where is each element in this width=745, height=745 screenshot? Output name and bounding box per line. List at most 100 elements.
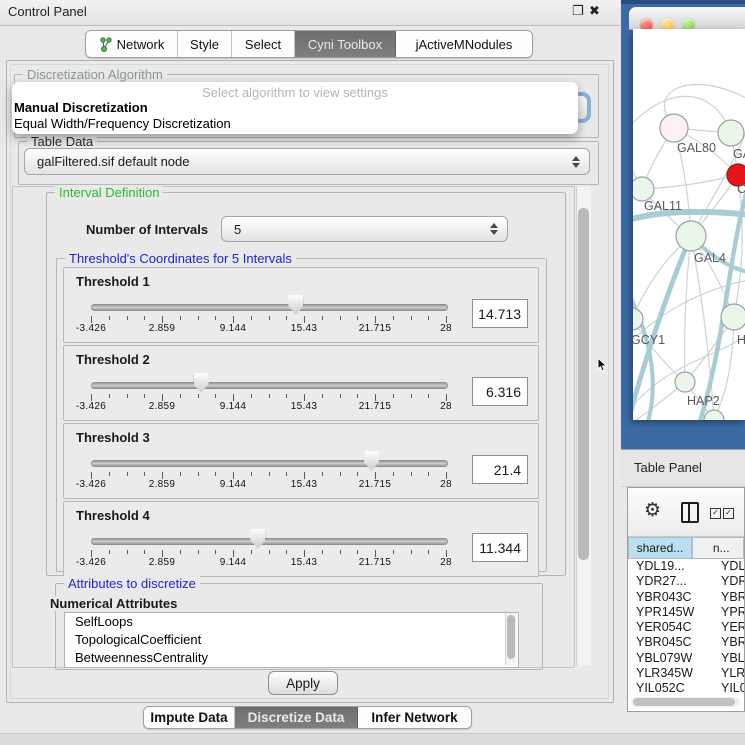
slider-tick	[357, 472, 358, 476]
top-tab-bar: NetworkStyleSelectCyni ToolboxjActiveMNo…	[85, 30, 533, 58]
slider-track[interactable]	[91, 304, 448, 311]
numerical-attributes-list[interactable]: SelfLoopsTopologicalCoefficientBetweenne…	[64, 612, 519, 668]
cell-name[interactable]: YER054C	[716, 620, 744, 635]
slider-track[interactable]	[91, 460, 448, 467]
cell-name[interactable]: YBL079W	[716, 651, 744, 666]
column-visibility-icon[interactable]	[681, 502, 699, 523]
cell-shared-name[interactable]: YBL079W	[628, 651, 716, 666]
tab-cyni-toolbox[interactable]: Cyni Toolbox	[295, 31, 396, 57]
tab-select[interactable]: Select	[232, 31, 295, 57]
threshold-value-field[interactable]: 6.316	[472, 377, 528, 406]
algorithm-option-equal-width[interactable]: Equal Width/Frequency Discretization	[12, 116, 578, 132]
slider-thumb[interactable]	[250, 529, 265, 549]
cell-name[interactable]: YDL19...	[716, 559, 744, 574]
number-of-intervals-combobox[interactable]: 5	[221, 216, 508, 242]
column-header-name[interactable]: n...	[692, 537, 744, 559]
cell-name[interactable]: YBR043C	[716, 590, 744, 605]
attribute-list-item[interactable]: BetweennessCentrality	[65, 649, 518, 667]
network-node-h[interactable]	[721, 304, 745, 330]
slider-tick	[215, 394, 216, 398]
table-horizontal-scrollbar[interactable]	[631, 697, 740, 707]
table-data-combobox[interactable]: galFiltered.sif default node	[24, 148, 590, 175]
cell-name[interactable]: YLR345W	[716, 666, 744, 681]
scrollbar-thumb[interactable]	[578, 208, 589, 560]
slider-tick-label: -3.426	[76, 479, 106, 490]
threshold-label: Threshold 3	[76, 430, 150, 445]
cell-shared-name[interactable]: YLR345W	[628, 666, 716, 681]
network-graph: GAL80GALCGAL11GAL4GCY1HHAP2	[633, 29, 745, 420]
tab-style[interactable]: Style	[178, 31, 232, 57]
attribute-list-item[interactable]: TopologicalCoefficient	[65, 631, 518, 649]
cell-shared-name[interactable]: YIL052C	[628, 681, 716, 696]
gear-icon[interactable]: ⚙	[644, 499, 661, 522]
threshold-value-field[interactable]: 21.4	[472, 455, 528, 484]
tab-impute-data[interactable]: Impute Data	[144, 707, 235, 728]
slider-tick-label: -3.426	[76, 323, 106, 334]
threshold-panel-3: Threshold 3-3.4262.8599.14415.4321.71528…	[63, 423, 539, 499]
table-row[interactable]: YBR043CYBR043C	[628, 590, 744, 605]
app-root: Control Panel ❐ ✖ NetworkStyleSelectCyni…	[0, 0, 745, 745]
slider-thumb[interactable]	[364, 451, 379, 471]
cell-shared-name[interactable]: YPR145W	[628, 605, 716, 620]
table-row[interactable]: YLR345WYLR345W	[628, 666, 744, 681]
tab-jactivemnodules[interactable]: jActiveMNodules	[396, 31, 532, 57]
slider-thumb[interactable]	[194, 373, 209, 393]
slider-track[interactable]	[91, 538, 448, 545]
network-node-gal80[interactable]	[660, 114, 688, 142]
slider-tick	[251, 394, 252, 398]
algorithm-option-manual[interactable]: Manual Discretization	[12, 100, 578, 116]
table-row[interactable]: YBR045CYBR045C	[628, 635, 744, 650]
network-edge	[685, 236, 691, 382]
float-window-icon[interactable]: ❐	[572, 3, 584, 19]
table-body: YDL19...YDL19...YDR27...YDR27...YBR043CY…	[628, 559, 744, 696]
cell-name[interactable]: YBR045C	[716, 635, 744, 650]
interval-definition-label: Interval Definition	[55, 185, 163, 200]
slider-tick	[340, 472, 341, 476]
threshold-value-field[interactable]: 14.713	[472, 299, 528, 328]
cell-shared-name[interactable]: YER054C	[628, 620, 716, 635]
cell-shared-name[interactable]: YBR045C	[628, 635, 716, 650]
checkbox-icon[interactable]: ✓	[723, 508, 734, 519]
cell-shared-name[interactable]: YBR043C	[628, 590, 716, 605]
attribute-list-item[interactable]: SelfLoops	[65, 613, 518, 631]
slider-tick	[286, 472, 287, 476]
threshold-value-field[interactable]: 11.344	[472, 533, 528, 562]
tab-discretize-data[interactable]: Discretize Data	[235, 707, 358, 728]
slider-tick	[251, 550, 252, 554]
list-scrollbar[interactable]	[505, 613, 517, 665]
table-row[interactable]: YDR27...YDR27...	[628, 574, 744, 589]
close-icon[interactable]: ✖	[589, 3, 600, 19]
slider-tick	[233, 394, 234, 401]
cell-shared-name[interactable]: YDL19...	[628, 559, 716, 574]
tab-network[interactable]: Network	[86, 31, 178, 57]
network-node-gal[interactable]	[718, 120, 744, 146]
network-view-canvas[interactable]: GAL80GALCGAL11GAL4GCY1HHAP2	[633, 29, 745, 420]
network-node-hap2[interactable]	[675, 372, 695, 392]
table-row[interactable]: YER054CYER054C	[628, 620, 744, 635]
cell-name[interactable]: YDR27...	[716, 574, 744, 589]
slider-tick	[393, 316, 394, 320]
network-node-gal11[interactable]	[633, 177, 654, 201]
slider-tick	[357, 394, 358, 398]
slider-tick-label: 21.715	[359, 323, 391, 334]
cell-shared-name[interactable]: YDR27...	[628, 574, 716, 589]
column-header-shared-name[interactable]: shared...	[628, 537, 692, 559]
table-row[interactable]: YDL19...YDL19...	[628, 559, 744, 574]
hscrollbar-thumb[interactable]	[633, 698, 735, 706]
table-row[interactable]: YBL079WYBL079W	[628, 651, 744, 666]
list-scrollbar-thumb[interactable]	[507, 615, 515, 659]
table-row[interactable]: YIL052CYIL052C	[628, 681, 744, 696]
slider-tick	[162, 316, 163, 323]
cell-name[interactable]: YIL052C	[716, 681, 744, 696]
vertical-scrollbar[interactable]	[576, 187, 591, 665]
slider-tick	[340, 316, 341, 320]
tab-infer-network[interactable]: Infer Network	[358, 707, 471, 728]
table-row[interactable]: YPR145WYPR145W	[628, 605, 744, 620]
slider-track[interactable]	[91, 382, 448, 389]
slider-thumb[interactable]	[288, 295, 303, 315]
checkbox-icon[interactable]: ✓	[710, 508, 721, 519]
cell-name[interactable]: YPR145W	[716, 605, 744, 620]
apply-button[interactable]: Apply	[268, 671, 338, 695]
algorithm-placeholder: Select algorithm to view settings	[12, 82, 578, 100]
network-node-gal4[interactable]	[676, 221, 706, 251]
